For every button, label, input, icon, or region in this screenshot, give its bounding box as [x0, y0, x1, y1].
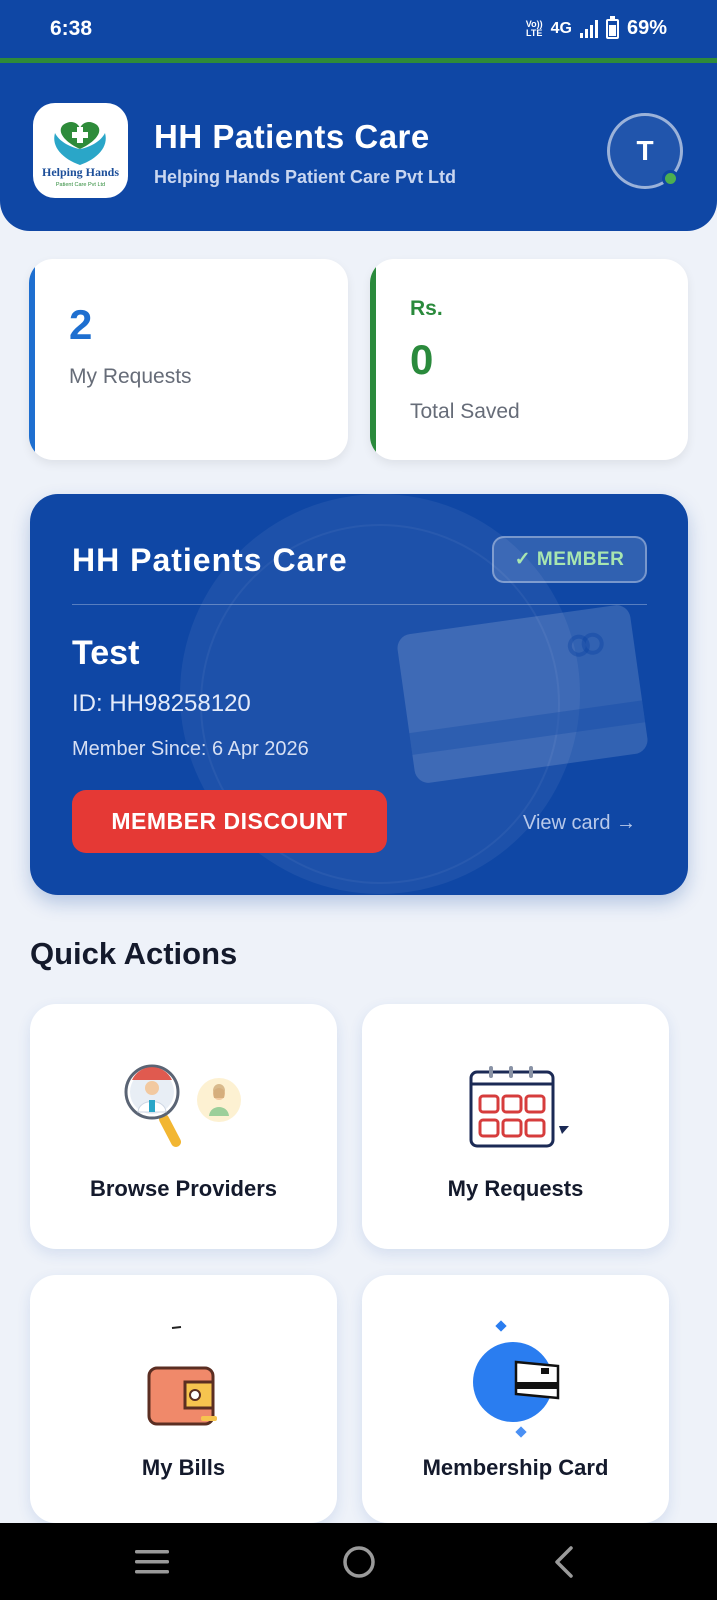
back-button[interactable]: [533, 1537, 593, 1587]
my-bills-tile[interactable]: My Bills: [30, 1275, 337, 1523]
browse-providers-label: Browse Providers: [89, 1176, 278, 1201]
network-type: 4G: [550, 19, 572, 37]
home-button[interactable]: [329, 1537, 389, 1587]
browse-providers-tile[interactable]: Browse Providers: [30, 1004, 337, 1249]
doctor-search-icon: [124, 1064, 241, 1147]
volte-icon: Vo)) LTE: [525, 18, 543, 38]
view-card-link[interactable]: View card →: [523, 812, 636, 835]
member-name: Test: [72, 634, 140, 672]
credit-card-illustration-icon: [395, 603, 650, 785]
wallet-icon: [147, 1326, 217, 1426]
my-requests-tile[interactable]: My Requests: [362, 1004, 669, 1249]
home-circle-icon: [343, 1546, 375, 1578]
helping-hands-logo-icon: Helping Hands Patient Care Pvt Ltd: [42, 122, 119, 188]
saved-label: Total Saved: [410, 400, 520, 423]
status-icons: Vo)) LTE 4G 69%: [525, 15, 667, 40]
quick-actions-title: Quick Actions: [30, 936, 238, 971]
member-badge: ✓ MEMBER: [492, 536, 647, 583]
member-since: Member Since: 6 Apr 2026: [72, 738, 309, 760]
membership-card-label: Membership Card: [422, 1455, 609, 1480]
saved-amount: 0: [410, 336, 434, 383]
requests-label: My Requests: [69, 365, 192, 388]
currency-label: Rs.: [410, 297, 443, 320]
membership-card-icon: [472, 1320, 559, 1438]
membership-card[interactable]: HH Patients Care ✓ MEMBER Test ID: HH982…: [30, 494, 688, 895]
calendar-icon: [469, 1066, 569, 1148]
my-bills-label: My Bills: [141, 1455, 226, 1480]
card-title: HH Patients Care: [72, 542, 348, 578]
recent-apps-button[interactable]: [122, 1537, 182, 1587]
company-name: Helping Hands Patient Care Pvt Ltd: [154, 167, 457, 187]
status-time: 6:38: [50, 17, 93, 40]
my-requests-label: My Requests: [447, 1176, 584, 1201]
svg-text:Patient Care Pvt Ltd: Patient Care Pvt Ltd: [56, 182, 105, 188]
app-header: Helping Hands Patient Care Pvt Ltd HH Pa…: [0, 63, 717, 231]
card-divider: [72, 604, 647, 605]
member-id: ID: HH98258120: [72, 690, 251, 717]
signal-icon: [579, 19, 598, 38]
requests-stat-card[interactable]: 2 My Requests: [29, 259, 348, 460]
member-discount-button[interactable]: MEMBER DISCOUNT: [72, 790, 387, 853]
app-title: HH Patients Care: [154, 118, 430, 155]
menu-icon: [135, 1550, 169, 1574]
online-status-dot: [662, 170, 679, 187]
system-navigation-bar: [0, 1523, 717, 1600]
saved-stat-card[interactable]: Rs. 0 Total Saved: [370, 259, 688, 460]
battery-percent: 69%: [626, 17, 667, 39]
svg-text:Helping Hands: Helping Hands: [42, 165, 119, 179]
membership-card-tile[interactable]: Membership Card: [362, 1275, 669, 1523]
status-bar: 6:38 Vo)) LTE 4G 69%: [0, 0, 717, 58]
battery-icon: [605, 15, 619, 39]
app-logo: Helping Hands Patient Care Pvt Ltd: [33, 103, 128, 198]
back-chevron-icon: [555, 1546, 573, 1578]
requests-count: 2: [69, 301, 93, 348]
